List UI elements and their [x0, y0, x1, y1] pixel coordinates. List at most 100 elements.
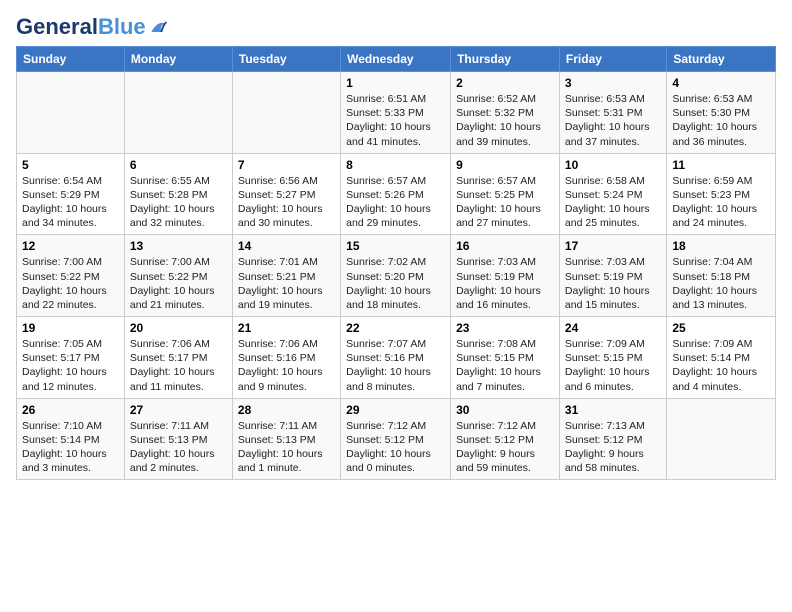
weekday-header-wednesday: Wednesday	[341, 47, 451, 72]
day-number: 23	[456, 321, 554, 335]
logo-text: GeneralBlue	[16, 16, 146, 38]
weekday-header-saturday: Saturday	[667, 47, 776, 72]
calendar-week-row: 26Sunrise: 7:10 AM Sunset: 5:14 PM Dayli…	[17, 398, 776, 480]
calendar-day-19: 19 Sunrise: 7:05 AM Sunset: 5:17 PM Dayli…	[17, 317, 125, 399]
day-number: 1	[346, 76, 445, 90]
calendar-day-8: 8Sunrise: 6:57 AM Sunset: 5:26 PM Daylig…	[341, 153, 451, 235]
day-number: 15	[346, 239, 445, 253]
day-number: 9	[456, 158, 554, 172]
day-number: 31	[565, 403, 661, 417]
day-number: 19	[22, 321, 119, 335]
calendar-day-26: 26Sunrise: 7:10 AM Sunset: 5:14 PM Dayli…	[17, 398, 125, 480]
day-info: Sunrise: 7:05 AM Sunset: 5:17 PM Dayligh…	[22, 337, 119, 394]
day-info: Sunrise: 7:10 AM Sunset: 5:14 PM Dayligh…	[22, 419, 119, 476]
weekday-header-thursday: Thursday	[451, 47, 560, 72]
weekday-header-friday: Friday	[559, 47, 666, 72]
day-info: Sunrise: 7:00 AM Sunset: 5:22 PM Dayligh…	[130, 255, 227, 312]
day-info: Sunrise: 7:09 AM Sunset: 5:15 PM Dayligh…	[565, 337, 661, 394]
day-number: 6	[130, 158, 227, 172]
calendar-day-17: 17 Sunrise: 7:03 AM Sunset: 5:19 PM Dayli…	[559, 235, 666, 317]
day-info: Sunrise: 6:53 AM Sunset: 5:31 PM Dayligh…	[565, 92, 661, 149]
day-number: 25	[672, 321, 770, 335]
calendar-day-25: 25 Sunrise: 7:09 AM Sunset: 5:14 PM Dayli…	[667, 317, 776, 399]
day-number: 3	[565, 76, 661, 90]
weekday-header-monday: Monday	[124, 47, 232, 72]
day-info: Sunrise: 6:57 AM Sunset: 5:25 PM Dayligh…	[456, 174, 554, 231]
day-info: Sunrise: 6:55 AM Sunset: 5:28 PM Dayligh…	[130, 174, 227, 231]
day-number: 21	[238, 321, 335, 335]
day-number: 14	[238, 239, 335, 253]
day-info: Sunrise: 6:52 AM Sunset: 5:32 PM Dayligh…	[456, 92, 554, 149]
calendar-day-28: 28 Sunrise: 7:11 AM Sunset: 5:13 PM Dayli…	[232, 398, 340, 480]
calendar-week-row: 5Sunrise: 6:54 AM Sunset: 5:29 PM Daylig…	[17, 153, 776, 235]
day-info: Sunrise: 6:54 AM Sunset: 5:29 PM Dayligh…	[22, 174, 119, 231]
day-info: Sunrise: 7:00 AM Sunset: 5:22 PM Dayligh…	[22, 255, 119, 312]
calendar-day-31: 31 Sunrise: 7:13 AM Sunset: 5:12 PM Dayli…	[559, 398, 666, 480]
header: GeneralBlue	[16, 16, 776, 38]
day-info: Sunrise: 7:07 AM Sunset: 5:16 PM Dayligh…	[346, 337, 445, 394]
day-info: Sunrise: 7:01 AM Sunset: 5:21 PM Dayligh…	[238, 255, 335, 312]
day-number: 29	[346, 403, 445, 417]
calendar-day-13: 13 Sunrise: 7:00 AM Sunset: 5:22 PM Dayli…	[124, 235, 232, 317]
day-number: 20	[130, 321, 227, 335]
day-info: Sunrise: 7:13 AM Sunset: 5:12 PM Dayligh…	[565, 419, 661, 476]
day-info: Sunrise: 7:03 AM Sunset: 5:19 PM Dayligh…	[456, 255, 554, 312]
calendar-day-9: 9 Sunrise: 6:57 AM Sunset: 5:25 PM Daylig…	[451, 153, 560, 235]
calendar-day-6: 6 Sunrise: 6:55 AM Sunset: 5:28 PM Daylig…	[124, 153, 232, 235]
day-number: 7	[238, 158, 335, 172]
day-number: 27	[130, 403, 227, 417]
day-number: 17	[565, 239, 661, 253]
day-info: Sunrise: 7:11 AM Sunset: 5:13 PM Dayligh…	[238, 419, 335, 476]
calendar-day-24: 24 Sunrise: 7:09 AM Sunset: 5:15 PM Dayli…	[559, 317, 666, 399]
calendar-day-23: 23 Sunrise: 7:08 AM Sunset: 5:15 PM Dayli…	[451, 317, 560, 399]
weekday-header-sunday: Sunday	[17, 47, 125, 72]
day-info: Sunrise: 6:56 AM Sunset: 5:27 PM Dayligh…	[238, 174, 335, 231]
calendar-day-18: 18Sunrise: 7:04 AM Sunset: 5:18 PM Dayli…	[667, 235, 776, 317]
day-info: Sunrise: 7:06 AM Sunset: 5:17 PM Dayligh…	[130, 337, 227, 394]
calendar-day-1: 1 Sunrise: 6:51 AM Sunset: 5:33 PM Daylig…	[341, 72, 451, 154]
day-info: Sunrise: 7:11 AM Sunset: 5:13 PM Dayligh…	[130, 419, 227, 476]
day-info: Sunrise: 7:08 AM Sunset: 5:15 PM Dayligh…	[456, 337, 554, 394]
day-info: Sunrise: 7:03 AM Sunset: 5:19 PM Dayligh…	[565, 255, 661, 312]
calendar-day-5: 5Sunrise: 6:54 AM Sunset: 5:29 PM Daylig…	[17, 153, 125, 235]
day-info: Sunrise: 7:02 AM Sunset: 5:20 PM Dayligh…	[346, 255, 445, 312]
calendar-day-21: 21Sunrise: 7:06 AM Sunset: 5:16 PM Dayli…	[232, 317, 340, 399]
day-info: Sunrise: 7:12 AM Sunset: 5:12 PM Dayligh…	[456, 419, 554, 476]
day-number: 16	[456, 239, 554, 253]
calendar-week-row: 1 Sunrise: 6:51 AM Sunset: 5:33 PM Daylig…	[17, 72, 776, 154]
empty-cell	[124, 72, 232, 154]
calendar-day-11: 11 Sunrise: 6:59 AM Sunset: 5:23 PM Dayli…	[667, 153, 776, 235]
calendar-day-7: 7 Sunrise: 6:56 AM Sunset: 5:27 PM Daylig…	[232, 153, 340, 235]
day-info: Sunrise: 6:53 AM Sunset: 5:30 PM Dayligh…	[672, 92, 770, 149]
calendar-day-14: 14 Sunrise: 7:01 AM Sunset: 5:21 PM Dayli…	[232, 235, 340, 317]
day-number: 13	[130, 239, 227, 253]
calendar-day-30: 30Sunrise: 7:12 AM Sunset: 5:12 PM Dayli…	[451, 398, 560, 480]
day-info: Sunrise: 6:59 AM Sunset: 5:23 PM Dayligh…	[672, 174, 770, 231]
day-number: 11	[672, 158, 770, 172]
empty-cell	[17, 72, 125, 154]
calendar-day-2: 2 Sunrise: 6:52 AM Sunset: 5:32 PM Daylig…	[451, 72, 560, 154]
calendar-day-10: 10 Sunrise: 6:58 AM Sunset: 5:24 PM Dayli…	[559, 153, 666, 235]
calendar-table: SundayMondayTuesdayWednesdayThursdayFrid…	[16, 46, 776, 480]
calendar-day-16: 16 Sunrise: 7:03 AM Sunset: 5:19 PM Dayli…	[451, 235, 560, 317]
logo: GeneralBlue	[16, 16, 168, 38]
weekday-header-row: SundayMondayTuesdayWednesdayThursdayFrid…	[17, 47, 776, 72]
day-number: 28	[238, 403, 335, 417]
empty-cell	[232, 72, 340, 154]
empty-cell	[667, 398, 776, 480]
day-number: 2	[456, 76, 554, 90]
day-info: Sunrise: 6:58 AM Sunset: 5:24 PM Dayligh…	[565, 174, 661, 231]
calendar-week-row: 12Sunrise: 7:00 AM Sunset: 5:22 PM Dayli…	[17, 235, 776, 317]
calendar-day-3: 3 Sunrise: 6:53 AM Sunset: 5:31 PM Daylig…	[559, 72, 666, 154]
calendar-day-22: 22Sunrise: 7:07 AM Sunset: 5:16 PM Dayli…	[341, 317, 451, 399]
day-number: 4	[672, 76, 770, 90]
calendar-day-4: 4 Sunrise: 6:53 AM Sunset: 5:30 PM Daylig…	[667, 72, 776, 154]
day-info: Sunrise: 7:09 AM Sunset: 5:14 PM Dayligh…	[672, 337, 770, 394]
day-info: Sunrise: 6:51 AM Sunset: 5:33 PM Dayligh…	[346, 92, 445, 149]
day-info: Sunrise: 6:57 AM Sunset: 5:26 PM Dayligh…	[346, 174, 445, 231]
day-number: 10	[565, 158, 661, 172]
day-info: Sunrise: 7:04 AM Sunset: 5:18 PM Dayligh…	[672, 255, 770, 312]
day-info: Sunrise: 7:12 AM Sunset: 5:12 PM Dayligh…	[346, 419, 445, 476]
day-number: 24	[565, 321, 661, 335]
calendar-week-row: 19 Sunrise: 7:05 AM Sunset: 5:17 PM Dayli…	[17, 317, 776, 399]
